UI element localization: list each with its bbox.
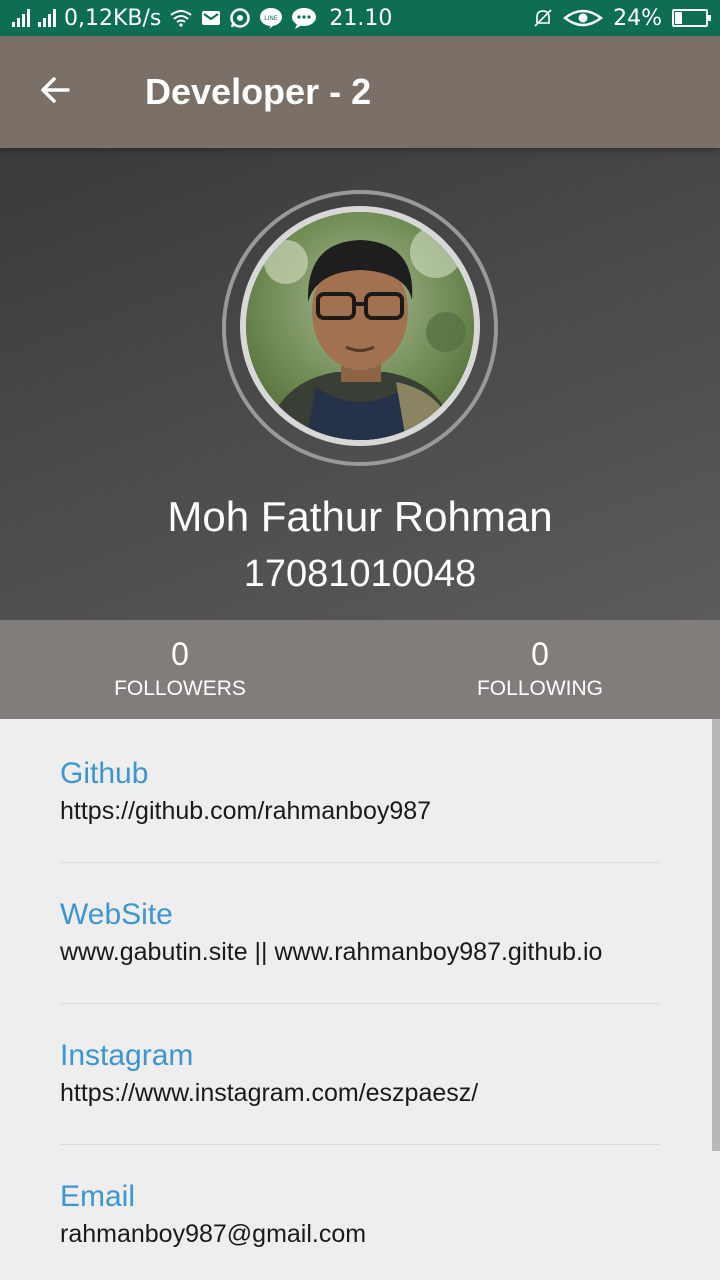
avatar <box>240 206 480 446</box>
status-bar: 0,12KB/s LINE 21.10 24% <box>0 0 720 36</box>
mute-icon <box>533 8 553 28</box>
list-item-website[interactable]: WebSite www.gabutin.site || www.rahmanbo… <box>60 898 660 967</box>
links-list: Github https://github.com/rahmanboy987 W… <box>0 719 720 1280</box>
stats-bar: 0 FOLLOWERS 0 FOLLOWING <box>0 620 720 719</box>
divider <box>60 1003 660 1004</box>
link-value[interactable]: https://github.com/rahmanboy987 <box>60 797 660 826</box>
link-label: Instagram <box>60 1039 194 1072</box>
scrollbar[interactable] <box>712 719 720 1151</box>
profile-id: 17081010048 <box>243 553 477 595</box>
svg-text:LINE: LINE <box>265 15 279 22</box>
arrow-left-icon <box>38 72 74 112</box>
clock: 21.10 <box>329 5 393 31</box>
list-item-instagram[interactable]: Instagram https://www.instagram.com/eszp… <box>60 1039 660 1108</box>
battery-icon <box>672 9 711 27</box>
list-item-github[interactable]: Github https://github.com/rahmanboy987 <box>60 757 660 826</box>
back-button[interactable] <box>0 36 112 148</box>
gmail-icon <box>201 10 221 26</box>
page-title: Developer - 2 <box>145 71 372 112</box>
divider <box>60 1144 660 1145</box>
following-label: FOLLOWING <box>476 677 603 700</box>
link-value[interactable]: https://www.instagram.com/eszpaesz/ <box>60 1079 660 1108</box>
following-stat[interactable]: 0 FOLLOWING <box>360 620 720 719</box>
link-value[interactable]: www.gabutin.site || www.rahmanboy987.git… <box>60 938 660 967</box>
followers-label: FOLLOWERS <box>114 677 246 700</box>
message-icon <box>291 7 317 29</box>
following-count: 0 <box>531 636 549 672</box>
signal-icon <box>38 9 56 27</box>
line-icon: LINE <box>259 7 283 29</box>
whatsapp-icon <box>229 7 251 29</box>
followers-stat[interactable]: 0 FOLLOWERS <box>0 620 360 719</box>
divider <box>60 862 660 863</box>
signal-icon <box>12 9 30 27</box>
wifi-icon <box>169 9 193 27</box>
link-label: Email <box>60 1180 136 1213</box>
list-item-email[interactable]: Email rahmanboy987@gmail.com <box>60 1180 660 1249</box>
battery-percent: 24% <box>613 5 662 31</box>
app-bar: Developer - 2 <box>0 36 720 148</box>
status-bar-right: 24% <box>533 5 711 31</box>
status-bar-left: 0,12KB/s LINE 21.10 <box>12 6 392 31</box>
profile-name: Moh Fathur Rohman <box>167 493 553 540</box>
profile-header: Moh Fathur Rohman 17081010048 <box>0 148 720 620</box>
link-value[interactable]: rahmanboy987@gmail.com <box>60 1220 660 1249</box>
network-speed: 0,12KB/s <box>64 5 162 31</box>
eye-icon <box>563 8 604 28</box>
link-label: WebSite <box>60 898 173 931</box>
followers-count: 0 <box>171 636 189 672</box>
link-label: Github <box>60 757 149 790</box>
